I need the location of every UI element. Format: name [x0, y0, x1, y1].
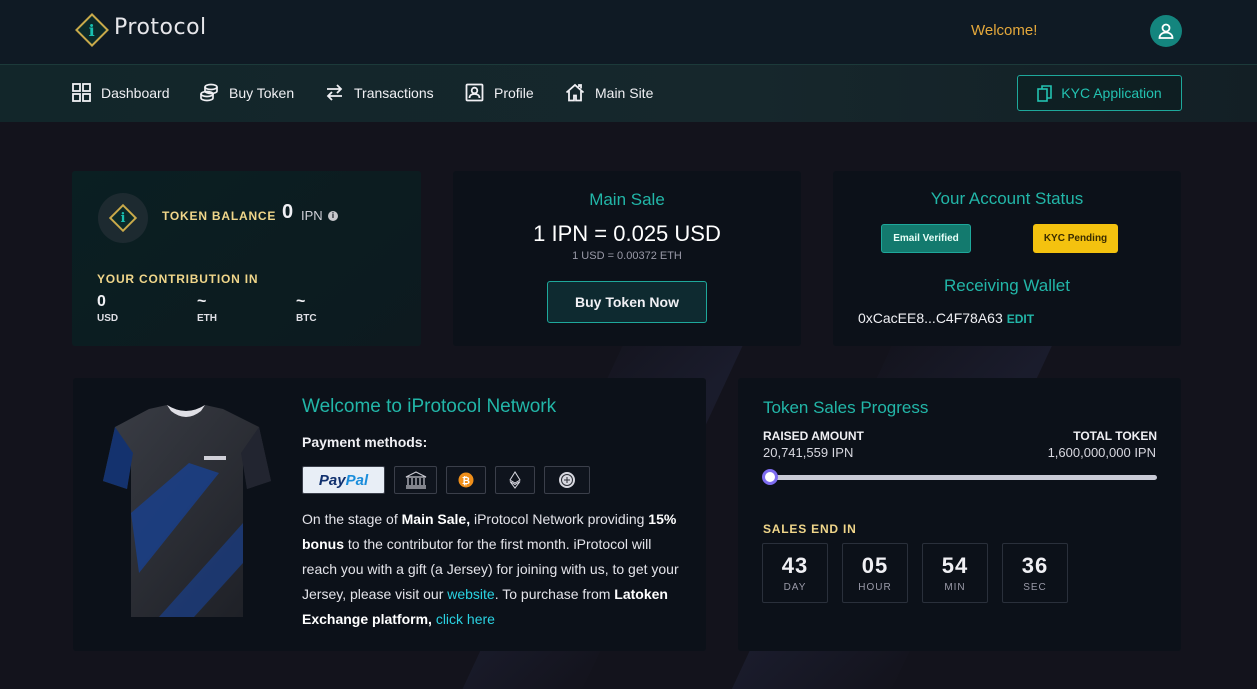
logo-letter: i: [88, 20, 96, 40]
welcome-text: Welcome!: [971, 22, 1038, 39]
nav-transactions-label: Transactions: [354, 84, 434, 101]
website-link[interactable]: website: [447, 586, 494, 602]
contribution-unit: ETH: [197, 313, 217, 324]
wallet-address: 0xCacEE8...C4F78A63: [858, 310, 1003, 326]
paypal-logo: Pay Pal: [302, 466, 385, 494]
kyc-application-button[interactable]: KYC Application: [1017, 75, 1182, 111]
account-status-title: Your Account Status: [930, 189, 1084, 208]
total-token-value: 1,600,000,000 IPN: [1047, 445, 1156, 460]
eth-rate: 1 USD = 0.00372 ETH: [572, 250, 682, 262]
contribution-value: ~: [197, 293, 207, 310]
nav-buy-token[interactable]: Buy Token: [200, 83, 294, 102]
payment-methods-row: Pay Pal ₿: [302, 466, 599, 494]
contribution-btc: ~ BTC: [296, 293, 317, 324]
countdown-value: 05: [861, 553, 889, 578]
countdown-minutes: 54 MIN: [922, 543, 988, 603]
top-header: i Protocol Welcome!: [0, 0, 1257, 64]
welcome-title: Welcome to iProtocol Network: [302, 396, 557, 417]
contribution-value: ~: [296, 293, 306, 310]
nav-main-site-label: Main Site: [595, 84, 654, 101]
countdown-seconds: 36 SEC: [1002, 543, 1068, 603]
logo-diamond-icon: i: [75, 13, 109, 47]
main-nav: Dashboard Buy Token Transactions Profile…: [0, 64, 1257, 122]
countdown-unit: HOUR: [858, 582, 892, 593]
countdown-value: 36: [1021, 553, 1049, 578]
paypal-word-pay: Pay: [318, 471, 346, 489]
sales-progress-bar: [764, 475, 1157, 480]
home-icon: [565, 83, 585, 102]
user-avatar[interactable]: [1150, 15, 1182, 47]
kyc-application-label: KYC Application: [1061, 85, 1162, 101]
profile-icon: [465, 83, 484, 102]
ethereum-icon: [495, 466, 535, 494]
raised-amount-value: 20,741,559 IPN: [763, 445, 854, 460]
countdown-value: 43: [781, 553, 809, 578]
countdown-days: 43 DAY: [762, 543, 828, 603]
account-status-card: Your Account Status Email Verified KYC P…: [833, 171, 1181, 346]
token-logo: i: [98, 193, 148, 243]
coin-icon: [544, 466, 590, 494]
arrows-icon: [326, 84, 343, 101]
token-rate: 1 IPN = 0.025 USD: [533, 221, 721, 246]
grid-icon: [72, 83, 91, 102]
welcome-card: Welcome to iProtocol Network Payment met…: [73, 378, 706, 651]
nav-profile-label: Profile: [494, 84, 534, 101]
edit-wallet-link[interactable]: EDIT: [1007, 312, 1034, 326]
logo[interactable]: i Protocol: [74, 12, 207, 47]
bitcoin-icon: ₿: [446, 466, 486, 494]
nav-dashboard[interactable]: Dashboard: [72, 83, 170, 102]
diamond-icon: i: [108, 203, 138, 233]
nav-transactions[interactable]: Transactions: [325, 83, 434, 102]
sales-progress-knob: [762, 469, 778, 485]
token-balance-card: i TOKEN BALANCE 0 IPN i YOUR CONTRIBUTIO…: [72, 171, 421, 346]
token-balance-value: 0: [282, 201, 294, 223]
nav-dashboard-label: Dashboard: [101, 84, 170, 101]
contribution-eth: ~ ETH: [197, 293, 217, 324]
countdown-value: 54: [941, 553, 969, 578]
token-sales-progress-card: Token Sales Progress RAISED AMOUNT 20,74…: [738, 378, 1181, 651]
contribution-unit: USD: [97, 313, 119, 324]
token-balance-unit: IPN: [301, 208, 323, 223]
token-sales-progress-title: Token Sales Progress: [763, 398, 929, 417]
description-text: iProtocol Network providing: [470, 511, 649, 527]
total-token-label: TOTAL TOKEN: [1073, 429, 1157, 443]
contribution-label: YOUR CONTRIBUTION IN: [97, 272, 259, 286]
contribution-unit: BTC: [296, 313, 317, 324]
countdown-unit: MIN: [944, 582, 966, 593]
kyc-pending-badge[interactable]: KYC Pending: [1033, 224, 1118, 253]
documents-icon: [1037, 84, 1053, 102]
user-icon: [1158, 23, 1174, 39]
jersey-image: [103, 405, 271, 617]
bank-icon: [394, 466, 437, 494]
nav-main-site[interactable]: Main Site: [565, 83, 653, 102]
contribution-usd: 0 USD: [97, 293, 118, 324]
description-text: . To purchase from: [494, 586, 615, 602]
nav-profile[interactable]: Profile: [465, 83, 534, 102]
logo-text: Protocol: [114, 14, 207, 40]
buy-token-now-button[interactable]: Buy Token Now: [547, 281, 707, 323]
token-balance-label: TOKEN BALANCE: [162, 209, 277, 223]
countdown-unit: SEC: [1023, 582, 1047, 593]
email-verified-badge: Email Verified: [881, 224, 971, 253]
wallet-address-row: 0xCacEE8...C4F78A63 EDIT: [858, 310, 1034, 326]
payment-methods-label: Payment methods:: [302, 434, 428, 450]
description-text: On the stage of: [302, 511, 402, 527]
coins-icon: [200, 83, 218, 102]
description-bold: Main Sale,: [401, 511, 471, 527]
welcome-description: On the stage of Main Sale, iProtocol Net…: [302, 507, 682, 632]
countdown-hours: 05 HOUR: [842, 543, 908, 603]
paypal-word-pal: Pal: [345, 471, 369, 489]
contribution-value: 0: [97, 293, 106, 310]
click-here-link[interactable]: click here: [436, 611, 495, 627]
receiving-wallet-title: Receiving Wallet: [944, 276, 1070, 295]
raised-amount-label: RAISED AMOUNT: [763, 429, 864, 443]
main-sale-card: Main Sale 1 IPN = 0.025 USD 1 USD = 0.00…: [453, 171, 801, 346]
svg-text:₿: ₿: [462, 475, 470, 487]
nav-buy-token-label: Buy Token: [229, 84, 295, 101]
info-icon[interactable]: i: [328, 211, 338, 221]
main-sale-title: Main Sale: [589, 190, 665, 209]
token-logo-letter: i: [120, 210, 126, 226]
countdown-unit: DAY: [783, 582, 807, 593]
sales-end-label: SALES END IN: [763, 522, 857, 536]
